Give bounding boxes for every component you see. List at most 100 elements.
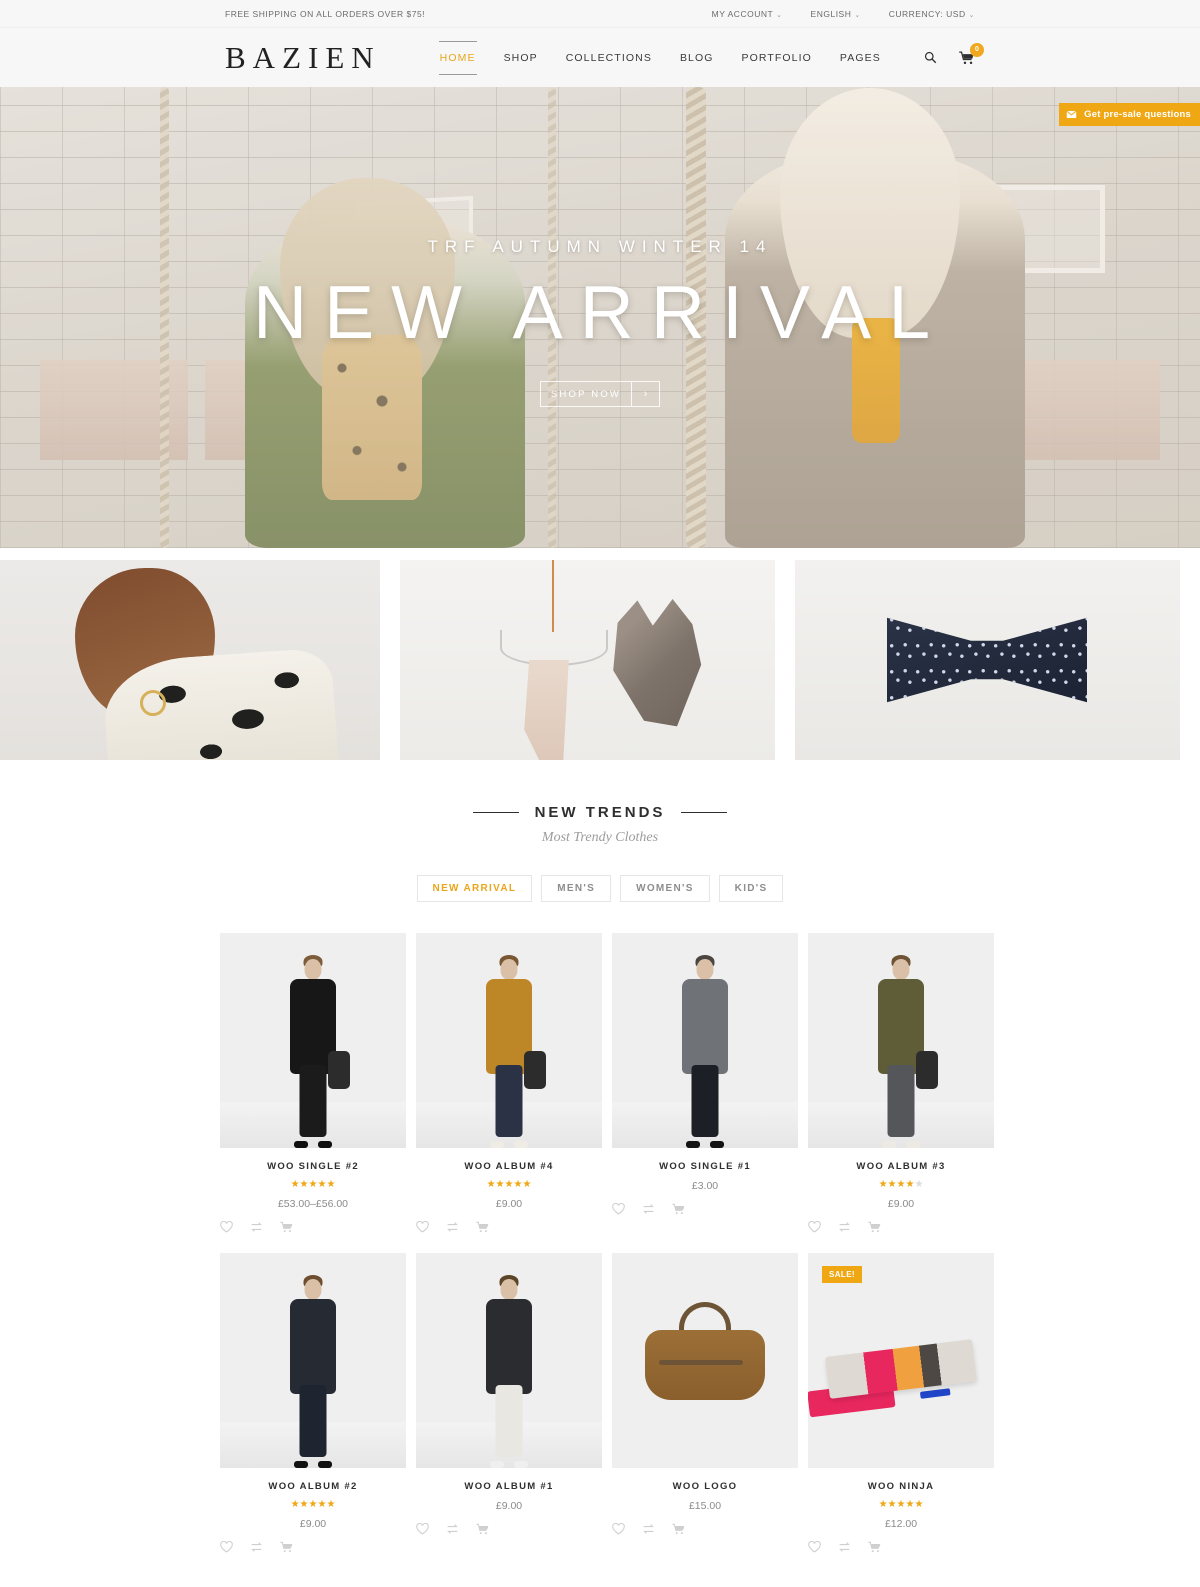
add-to-cart-button[interactable] <box>476 1221 489 1233</box>
add-to-cart-button[interactable] <box>868 1541 881 1553</box>
scarf-blue-accent <box>919 1388 951 1399</box>
compare-button[interactable] <box>642 1523 655 1535</box>
star-full: ★ <box>887 1499 897 1510</box>
compare-icon <box>643 1204 654 1214</box>
model-head <box>696 959 714 980</box>
search-icon <box>924 51 937 64</box>
product-image[interactable] <box>416 933 602 1148</box>
language-menu[interactable]: ENGLISH ⌄ <box>811 9 861 19</box>
product-image[interactable] <box>612 933 798 1148</box>
product-title[interactable]: WOO ALBUM #3 <box>808 1161 994 1172</box>
product-rating: ★★★★★ <box>808 1500 994 1510</box>
wishlist-button[interactable] <box>808 1541 821 1553</box>
product-image[interactable] <box>220 1253 406 1468</box>
add-to-cart-button[interactable] <box>476 1523 489 1535</box>
add-to-cart-icon <box>280 1541 293 1553</box>
currency-label: CURRENCY: USD <box>888 8 966 19</box>
site-header: BAZIEN HOME SHOP COLLECTIONS BLOG PORTFO… <box>0 28 1200 87</box>
product-card[interactable]: WOO ALBUM #4 ★★★★★ £9.00 <box>416 933 602 1233</box>
currency-menu[interactable]: CURRENCY: USD ⌄ <box>889 9 975 19</box>
model-trousers <box>299 1385 327 1457</box>
shop-now-button[interactable]: SHOP NOW › <box>540 381 660 408</box>
product-title[interactable]: WOO ALBUM #1 <box>416 1481 602 1492</box>
product-price: £9.00 <box>495 1500 523 1512</box>
compare-button[interactable] <box>642 1203 655 1215</box>
wishlist-button[interactable] <box>220 1541 233 1553</box>
product-image[interactable] <box>416 1253 602 1468</box>
nav-item-portfolio[interactable]: PORTFOLIO <box>728 32 826 84</box>
add-to-cart-button[interactable] <box>672 1203 685 1215</box>
wishlist-button[interactable] <box>612 1523 625 1535</box>
product-title[interactable]: WOO SINGLE #2 <box>220 1161 406 1172</box>
product-title[interactable]: WOO SINGLE #1 <box>612 1161 798 1172</box>
product-card[interactable]: WOO SINGLE #1 £3.00 <box>612 933 798 1233</box>
product-card[interactable]: WOO LOGO £15.00 <box>612 1253 798 1553</box>
model-coat <box>682 979 728 1074</box>
product-title[interactable]: WOO ALBUM #2 <box>220 1481 406 1492</box>
add-to-cart-button[interactable] <box>868 1221 881 1233</box>
product-price: £12.00 <box>884 1518 918 1530</box>
model-shoe-left <box>882 1141 896 1148</box>
add-to-cart-button[interactable] <box>280 1541 293 1553</box>
compare-button[interactable] <box>446 1221 459 1233</box>
wishlist-button[interactable] <box>612 1203 625 1215</box>
cart-button[interactable]: 0 <box>959 42 984 65</box>
nav-item-collections[interactable]: COLLECTIONS <box>552 32 666 84</box>
nav-item-pages[interactable]: PAGES <box>826 32 895 84</box>
wishlist-button[interactable] <box>220 1221 233 1233</box>
chevron-right-icon: › <box>631 382 659 407</box>
compare-button[interactable] <box>838 1221 851 1233</box>
filter-tab-womens[interactable]: WOMEN'S <box>620 875 710 902</box>
product-card[interactable]: WOO ALBUM #1 £9.00 <box>416 1253 602 1553</box>
nav-item-blog[interactable]: BLOG <box>666 32 728 84</box>
model-bag <box>328 1051 350 1089</box>
product-image[interactable]: SALE! <box>808 1253 994 1468</box>
product-image[interactable] <box>612 1253 798 1468</box>
product-image-model <box>666 953 744 1148</box>
star-full: ★ <box>495 1179 505 1190</box>
product-card[interactable]: WOO ALBUM #3 ★★★★★ £9.00 <box>808 933 994 1233</box>
model-trousers <box>887 1065 915 1137</box>
model-shoe-left <box>490 1461 504 1468</box>
wishlist-icon <box>808 1541 821 1553</box>
banner-1-earring <box>140 690 166 716</box>
filter-tab-new-arrival[interactable]: NEW ARRIVAL <box>416 875 533 902</box>
product-card[interactable]: WOO ALBUM #2 ★★★★★ £9.00 <box>220 1253 406 1553</box>
product-rating: ★★★★★ <box>416 1180 602 1190</box>
my-account-menu[interactable]: MY ACCOUNT ⌄ <box>712 9 783 19</box>
nav-item-shop[interactable]: SHOP <box>490 32 552 84</box>
compare-button[interactable] <box>446 1523 459 1535</box>
compare-button[interactable] <box>250 1541 263 1553</box>
model-trousers <box>691 1065 719 1137</box>
wishlist-button[interactable] <box>416 1523 429 1535</box>
bag-body <box>645 1329 765 1400</box>
site-logo[interactable]: BAZIEN <box>225 42 381 73</box>
product-price: £53.00–£56.00 <box>277 1198 349 1210</box>
product-image[interactable] <box>808 933 994 1148</box>
wishlist-button[interactable] <box>416 1221 429 1233</box>
wishlist-button[interactable] <box>808 1221 821 1233</box>
cart-count-badge: 0 <box>970 42 984 57</box>
search-button[interactable] <box>924 51 937 64</box>
model-shoe-right <box>514 1461 528 1468</box>
product-title[interactable]: WOO NINJA <box>808 1481 994 1492</box>
product-card[interactable]: SALE! WOO NINJA ★★★★★ £12.00 <box>808 1253 994 1553</box>
presale-questions-tab[interactable]: Get pre-sale questions <box>1059 103 1200 126</box>
product-price: £15.00 <box>688 1500 722 1512</box>
add-to-cart-button[interactable] <box>672 1523 685 1535</box>
promo-banner-1[interactable] <box>0 560 380 760</box>
compare-button[interactable] <box>838 1541 851 1553</box>
product-image[interactable] <box>220 933 406 1148</box>
filter-tab-kids[interactable]: KID'S <box>718 875 784 902</box>
filter-tab-mens[interactable]: MEN'S <box>541 875 612 902</box>
promo-banner-2[interactable] <box>400 560 775 760</box>
nav-item-home[interactable]: HOME <box>426 32 490 84</box>
add-to-cart-button[interactable] <box>280 1221 293 1233</box>
sale-badge: SALE! <box>822 1266 862 1283</box>
bag-zipper <box>659 1359 743 1365</box>
product-title[interactable]: WOO ALBUM #4 <box>416 1161 602 1172</box>
product-title[interactable]: WOO LOGO <box>612 1481 798 1492</box>
promo-banner-3[interactable] <box>795 560 1180 760</box>
compare-button[interactable] <box>250 1221 263 1233</box>
product-card[interactable]: WOO SINGLE #2 ★★★★★ £53.00–£56.00 <box>220 933 406 1233</box>
